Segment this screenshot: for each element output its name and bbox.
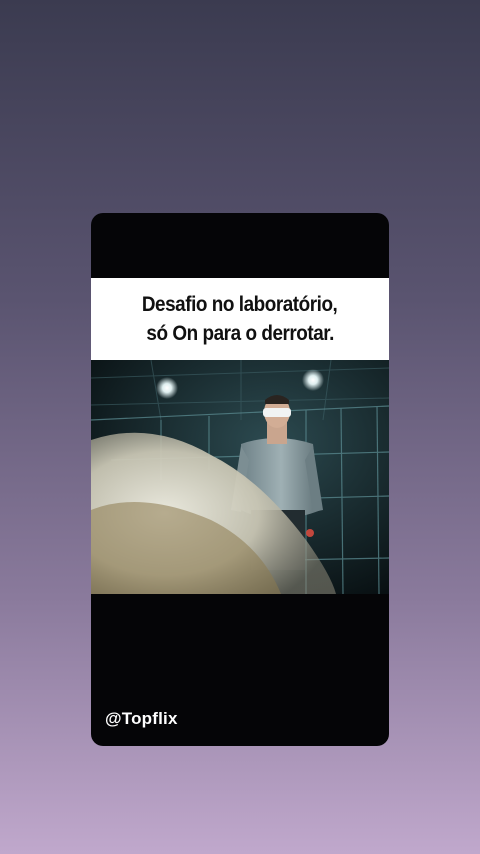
video-card[interactable]: Desafio no laboratório, só On para o der… (91, 213, 389, 746)
caption-box: Desafio no laboratório, só On para o der… (91, 278, 389, 360)
video-scene-image (91, 360, 389, 594)
watermark-handle: @Topflix (105, 709, 178, 728)
caption-line-1: Desafio no laboratório, (142, 293, 338, 316)
caption-line-2: só On para o derrotar. (146, 322, 334, 345)
video-frame[interactable] (91, 360, 389, 594)
